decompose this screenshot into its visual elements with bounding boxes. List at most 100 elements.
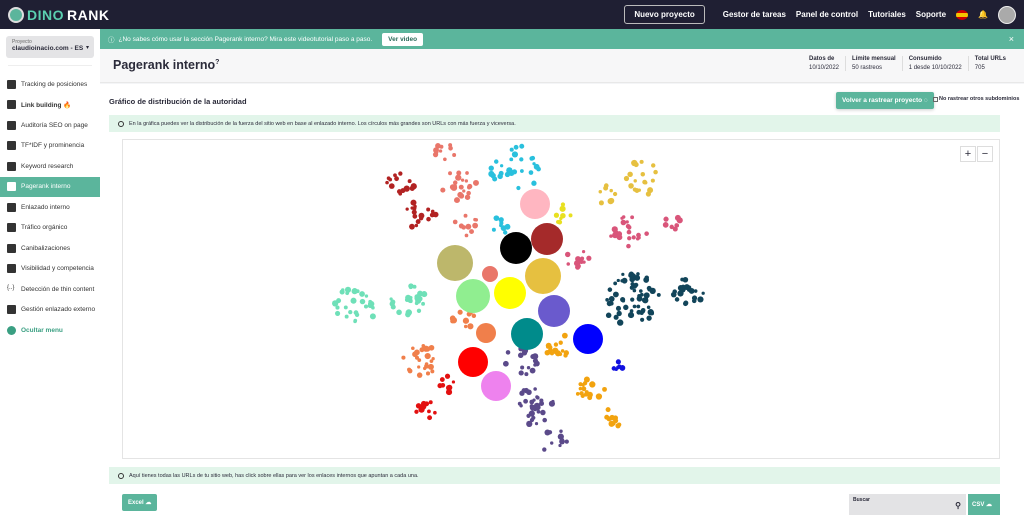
url-node[interactable] [465, 223, 472, 230]
url-node[interactable] [401, 355, 406, 360]
url-node[interactable] [607, 198, 614, 205]
url-node[interactable] [615, 423, 621, 429]
url-node[interactable] [623, 304, 629, 311]
url-node[interactable] [626, 229, 632, 235]
url-node[interactable] [609, 188, 613, 193]
url-node[interactable] [409, 296, 413, 300]
url-node[interactable] [494, 159, 499, 164]
recrawl-button[interactable]: Volver a rastrear proyecto ◌ [836, 92, 934, 109]
url-node[interactable] [491, 227, 496, 232]
url-node[interactable] [680, 284, 686, 290]
url-node[interactable] [640, 171, 646, 177]
url-node[interactable] [526, 365, 531, 370]
url-node[interactable] [339, 289, 345, 295]
zoom-in-button[interactable]: + [960, 146, 976, 162]
url-node[interactable] [616, 365, 620, 370]
url-node[interactable] [651, 163, 656, 168]
url-node[interactable] [411, 346, 415, 351]
url-node[interactable] [452, 180, 458, 185]
url-node[interactable] [552, 347, 559, 354]
url-node[interactable] [626, 225, 632, 230]
url-node[interactable] [587, 395, 593, 401]
url-node[interactable] [536, 409, 541, 414]
sidebar-item-keyword-research[interactable]: Keyword research [0, 156, 100, 177]
url-node[interactable] [359, 298, 366, 305]
url-node[interactable] [445, 388, 453, 396]
url-node[interactable] [650, 178, 655, 183]
url-node[interactable] [414, 355, 420, 360]
url-node[interactable] [535, 362, 540, 367]
url-node[interactable] [603, 183, 609, 188]
url-node-major[interactable] [538, 295, 570, 327]
url-node[interactable] [581, 383, 585, 387]
url-node[interactable] [396, 309, 402, 316]
url-node[interactable] [627, 171, 633, 178]
url-node[interactable] [407, 179, 412, 184]
sidebar-item-tfidf[interactable]: TF*IDF y prominencia [0, 136, 100, 157]
url-node[interactable] [598, 200, 604, 206]
url-node[interactable] [452, 153, 457, 157]
url-node[interactable] [544, 429, 551, 436]
url-node[interactable] [583, 376, 590, 383]
url-node[interactable] [644, 231, 649, 236]
url-node[interactable] [473, 179, 479, 186]
url-node[interactable] [415, 219, 421, 225]
url-node[interactable] [575, 263, 581, 269]
url-node-major[interactable] [511, 318, 543, 350]
sidebar-item-organic-traffic[interactable]: Tráfico orgánico [0, 218, 100, 239]
url-node[interactable] [560, 349, 565, 353]
url-node-major[interactable] [494, 277, 526, 309]
checkbox[interactable] [933, 96, 938, 102]
url-node-major[interactable] [525, 258, 561, 294]
url-node[interactable] [533, 387, 537, 391]
url-node[interactable] [582, 260, 586, 264]
url-node[interactable] [463, 324, 468, 329]
url-node[interactable] [518, 370, 524, 376]
url-node[interactable] [528, 170, 534, 175]
url-node[interactable] [627, 311, 635, 319]
url-node[interactable] [531, 353, 539, 360]
url-node[interactable] [492, 176, 498, 182]
url-node[interactable] [417, 365, 421, 369]
url-node[interactable] [419, 347, 425, 353]
url-node[interactable] [440, 187, 446, 193]
url-node[interactable] [607, 287, 613, 292]
url-node[interactable] [526, 420, 533, 427]
url-node[interactable] [564, 439, 569, 444]
url-node[interactable] [559, 438, 565, 443]
url-node[interactable] [540, 409, 546, 416]
url-node[interactable] [612, 291, 619, 298]
url-node[interactable] [414, 223, 419, 228]
url-node[interactable] [433, 410, 437, 415]
url-node[interactable] [520, 365, 525, 370]
url-node[interactable] [674, 214, 681, 221]
new-project-button[interactable]: Nuevo proyecto [624, 5, 705, 24]
url-node[interactable] [488, 165, 494, 171]
hide-menu-button[interactable]: Ocultar menu [0, 320, 100, 341]
url-node[interactable] [472, 222, 479, 229]
url-node[interactable] [560, 202, 566, 207]
url-node[interactable] [452, 184, 457, 189]
url-node[interactable] [628, 183, 634, 189]
avatar[interactable] [998, 5, 1016, 24]
url-node[interactable] [464, 179, 468, 183]
url-node[interactable] [516, 185, 521, 191]
url-node[interactable] [371, 305, 375, 310]
nav-control-panel[interactable]: Panel de control [796, 10, 858, 19]
url-node[interactable] [427, 415, 433, 421]
url-node[interactable] [421, 301, 425, 306]
url-node[interactable] [414, 409, 419, 414]
url-node[interactable] [529, 367, 536, 374]
url-node[interactable] [455, 174, 462, 181]
url-node[interactable] [505, 350, 511, 355]
nav-support[interactable]: Soporte [916, 10, 946, 19]
url-node[interactable] [364, 294, 369, 298]
url-node[interactable] [424, 362, 429, 366]
url-node[interactable] [558, 352, 563, 357]
url-node[interactable] [691, 298, 697, 304]
bell-icon[interactable]: 🔔 [978, 10, 988, 19]
url-node[interactable] [649, 311, 654, 316]
url-node[interactable] [632, 288, 637, 293]
url-node-major[interactable] [500, 232, 532, 264]
url-node[interactable] [619, 365, 626, 371]
